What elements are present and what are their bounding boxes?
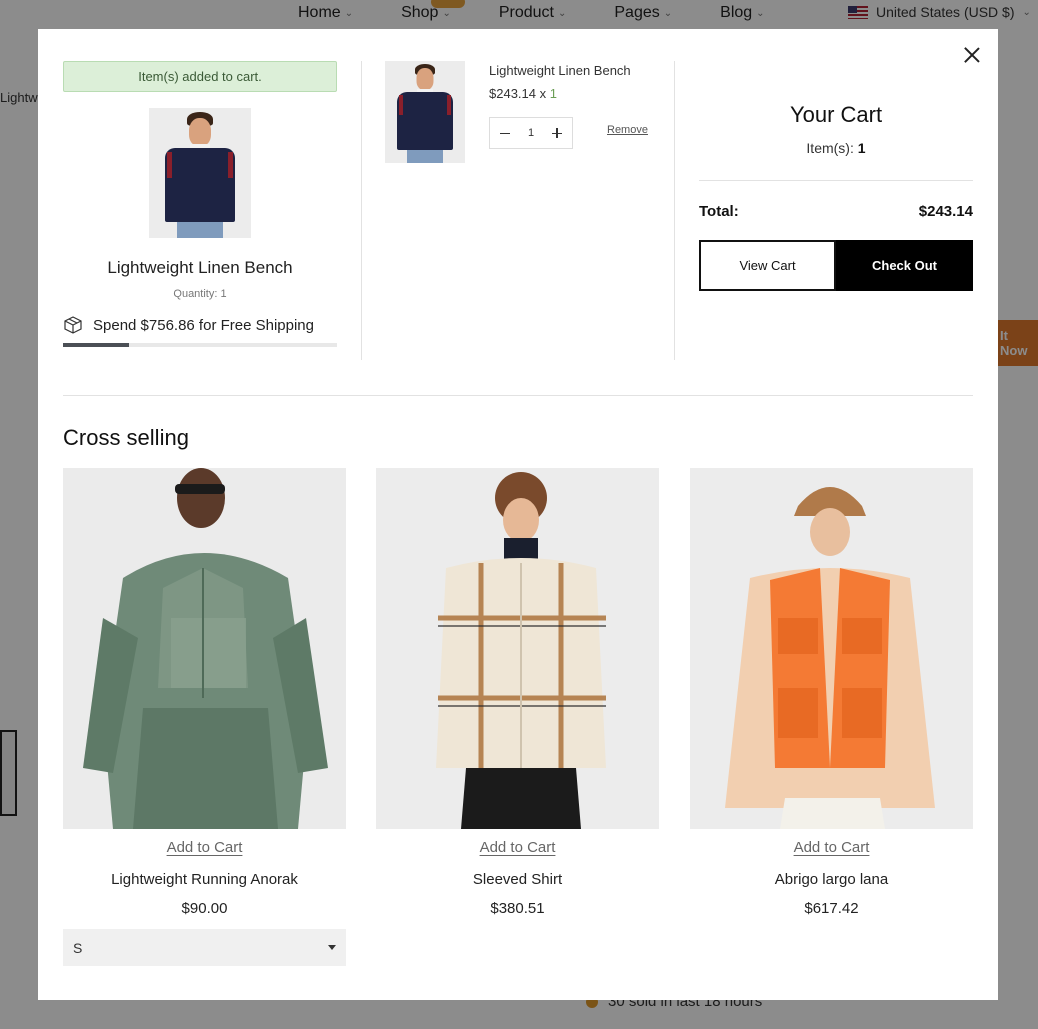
line-item-image[interactable]: [385, 61, 465, 163]
product-card-price: $380.51: [490, 900, 545, 917]
shipping-progress-bar: [63, 343, 337, 347]
remove-link[interactable]: Remove: [607, 124, 648, 136]
product-name: Lightweight Linen Bench: [107, 258, 293, 277]
plus-icon[interactable]: [550, 126, 564, 140]
free-shipping-note: Spend $756.86 for Free Shipping: [63, 316, 337, 334]
product-card-name[interactable]: Abrigo largo lana: [690, 871, 973, 888]
shipping-progress-fill: [63, 343, 129, 347]
product-card-image[interactable]: [63, 468, 346, 829]
package-icon: [63, 316, 83, 334]
success-banner: Item(s) added to cart.: [63, 61, 337, 92]
minus-icon[interactable]: [498, 126, 512, 140]
product-card-price: $617.42: [804, 900, 859, 917]
add-to-cart-link[interactable]: Add to Cart: [480, 839, 556, 856]
size-select[interactable]: S: [63, 929, 346, 966]
view-cart-button[interactable]: View Cart: [699, 240, 836, 291]
product-card-image[interactable]: [690, 468, 973, 829]
total-value: $243.14: [918, 203, 973, 220]
line-item-name[interactable]: Lightweight Linen Bench: [489, 63, 651, 78]
product-image: [149, 108, 251, 238]
add-to-cart-link[interactable]: Add to Cart: [167, 839, 243, 856]
cart-total: Total: $243.14: [699, 203, 973, 220]
product-card-image[interactable]: [376, 468, 659, 829]
cart-item-count: Item(s): 1: [806, 140, 866, 156]
cart-title: Your Cart: [789, 102, 883, 127]
cart-summary: Your Cart Item(s): 1 Total: $243.14 View…: [699, 61, 973, 291]
product-card-name[interactable]: Lightweight Running Anorak: [63, 871, 346, 888]
add-to-cart-modal: Item(s) added to cart. Lightweight Linen…: [38, 29, 998, 1000]
checkout-button[interactable]: Check Out: [836, 240, 973, 291]
product-card: Add to Cart Abrigo largo lana $617.42: [690, 468, 973, 917]
caret-down-icon: [328, 945, 336, 950]
product-card: Add to Cart Lightweight Running Anorak $…: [63, 468, 346, 966]
divider: [63, 395, 973, 396]
product-card: Add to Cart Sleeved Shirt $380.51: [376, 468, 659, 917]
product-card-price: $90.00: [181, 900, 228, 917]
add-to-cart-link[interactable]: Add to Cart: [794, 839, 870, 856]
added-confirmation: Item(s) added to cart. Lightweight Linen…: [63, 61, 337, 347]
line-item-price: $243.14 x 1: [489, 86, 557, 101]
quantity-note: Quantity: 1: [173, 288, 227, 300]
divider: [361, 61, 362, 360]
divider: [699, 180, 973, 181]
product-card-name[interactable]: Sleeved Shirt: [376, 871, 659, 888]
quantity-value[interactable]: 1: [528, 127, 534, 139]
quantity-stepper: 1: [489, 117, 573, 149]
cross-selling-title: Cross selling: [63, 425, 189, 450]
divider: [674, 61, 675, 360]
